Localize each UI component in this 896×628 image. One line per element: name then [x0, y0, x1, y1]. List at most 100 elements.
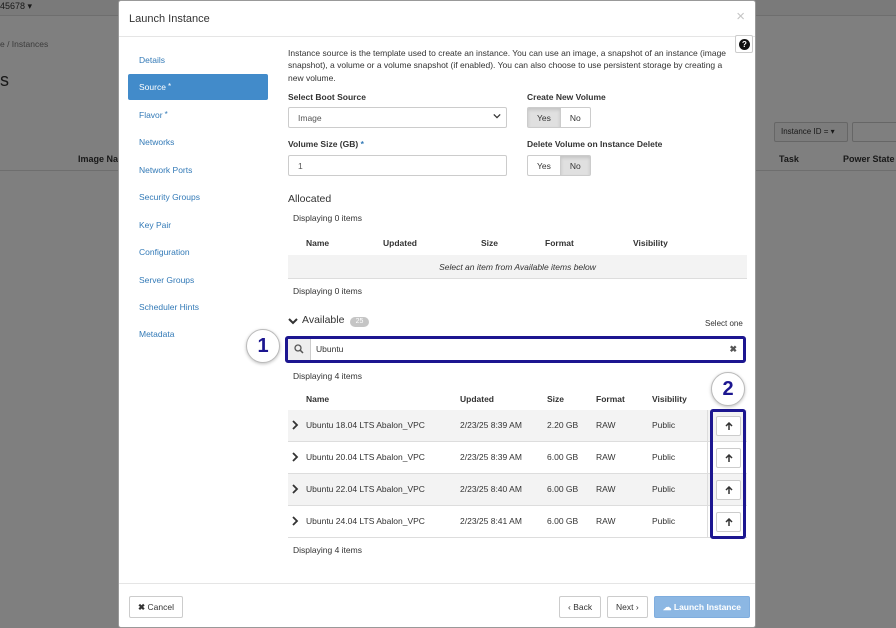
- wizard-nav: Details Source * Flavor * Networks Network Por…: [128, 47, 268, 349]
- create-volume-no-button[interactable]: No: [560, 107, 591, 128]
- cell-format: RAW: [596, 452, 616, 462]
- required-marker: *: [164, 109, 168, 119]
- callout-2: 2: [711, 372, 745, 406]
- nav-item-networks[interactable]: Networks: [128, 129, 268, 155]
- callout-1: 1: [246, 329, 280, 363]
- next-button[interactable]: Next ›: [607, 596, 648, 618]
- allocated-col-updated: Updated: [383, 238, 417, 248]
- allocated-title: Allocated: [288, 193, 332, 205]
- cell-format: RAW: [596, 484, 616, 494]
- volume-size-label-text: Volume Size (GB): [288, 139, 359, 149]
- close-icon: ✖: [138, 602, 146, 612]
- cell-visibility: Public: [652, 420, 676, 430]
- boot-source-label: Select Boot Source: [288, 92, 366, 102]
- allocated-col-format: Format: [545, 238, 574, 248]
- nav-item-network-ports[interactable]: Network Ports: [128, 157, 268, 183]
- cell-size: 6.00 GB: [547, 452, 579, 462]
- volume-size-input[interactable]: 1: [288, 155, 507, 176]
- available-title[interactable]: Available: [302, 314, 344, 326]
- cell-name: Ubuntu 22.04 LTS Abalon_VPC: [306, 484, 425, 494]
- nav-item-label: Flavor: [139, 109, 163, 120]
- cell-updated: 2/23/25 8:41 AM: [460, 516, 522, 526]
- required-marker: *: [360, 139, 364, 149]
- nav-item-key-pair[interactable]: Key Pair: [128, 212, 268, 238]
- available-count-bottom: Displaying 4 items: [293, 545, 362, 555]
- select-one-hint: Select one: [705, 319, 743, 328]
- required-marker: *: [167, 82, 172, 92]
- nav-item-scheduler-hints[interactable]: Scheduler Hints: [128, 294, 268, 320]
- nav-item-flavor[interactable]: Flavor *: [128, 102, 268, 128]
- column-divider: [707, 474, 708, 506]
- column-divider: [707, 506, 708, 538]
- cancel-button[interactable]: ✖ Cancel: [129, 596, 183, 618]
- nav-item-security-groups[interactable]: Security Groups: [128, 184, 268, 210]
- chevron-down-icon[interactable]: [288, 316, 298, 326]
- next-button-label: Next: [616, 602, 634, 612]
- boot-source-select[interactable]: Image: [288, 107, 507, 128]
- allocated-col-size: Size: [481, 238, 499, 248]
- create-volume-label: Create New Volume: [527, 92, 606, 102]
- table-row: Ubuntu 24.04 LTS Abalon_VPC 2/23/25 8:41 …: [288, 506, 747, 538]
- launch-instance-button[interactable]: ☁ Launch Instance: [654, 596, 750, 618]
- cell-format: RAW: [596, 516, 616, 526]
- nav-item-label: Scheduler Hints: [139, 301, 200, 312]
- column-divider: [707, 442, 708, 474]
- allocated-col-visibility: Visibility: [633, 238, 668, 248]
- cell-name: Ubuntu 18.04 LTS Abalon_VPC: [306, 420, 425, 430]
- question-mark-icon: ?: [739, 39, 750, 50]
- cell-size: 6.00 GB: [547, 484, 579, 494]
- close-icon[interactable]: ×: [736, 8, 745, 25]
- nav-item-label: Details: [139, 55, 165, 65]
- cell-visibility: Public: [652, 516, 676, 526]
- launch-instance-label: Launch Instance: [673, 602, 741, 612]
- chevron-right-icon[interactable]: [291, 516, 299, 526]
- search-input[interactable]: Ubuntu ✖: [285, 336, 746, 363]
- cell-visibility: Public: [652, 484, 676, 494]
- nav-item-label: Server Groups: [139, 274, 195, 285]
- available-col-format: Format: [596, 394, 625, 404]
- allocated-count-top: Displaying 0 items: [293, 213, 362, 223]
- cancel-button-label: Cancel: [147, 602, 174, 612]
- launch-instance-modal: Launch Instance × ? Details Source * Flavor…: [118, 0, 756, 628]
- nav-item-source[interactable]: Source *: [128, 74, 268, 101]
- clear-search-icon[interactable]: ✖: [729, 344, 737, 355]
- chevron-right-icon[interactable]: [291, 484, 299, 494]
- nav-item-label: Key Pair: [139, 219, 172, 230]
- available-col-updated: Updated: [460, 394, 494, 404]
- delete-volume-label: Delete Volume on Instance Delete: [527, 139, 663, 149]
- allocated-empty-row: Select an item from Available items belo…: [288, 255, 747, 279]
- nav-item-label: Security Groups: [139, 192, 200, 203]
- delete-volume-toggle: Yes No: [527, 155, 591, 176]
- allocated-count-bottom: Displaying 0 items: [293, 286, 362, 296]
- table-row: Ubuntu 20.04 LTS Abalon_VPC 2/23/25 8:39 …: [288, 442, 747, 474]
- chevron-right-icon[interactable]: [291, 452, 299, 462]
- chevron-left-icon: ‹: [568, 602, 571, 612]
- search-icon: [294, 344, 304, 354]
- back-button[interactable]: ‹ Back: [559, 596, 602, 618]
- nav-item-details[interactable]: Details: [128, 47, 268, 73]
- chevron-right-icon[interactable]: [291, 420, 299, 430]
- chevron-down-icon: [493, 113, 501, 119]
- cell-size: 6.00 GB: [547, 516, 579, 526]
- delete-volume-no-button[interactable]: No: [560, 155, 591, 176]
- nav-item-server-groups[interactable]: Server Groups: [128, 267, 268, 293]
- source-help-text: Instance source is the template used to …: [288, 48, 727, 83]
- create-volume-yes-button[interactable]: Yes: [527, 107, 561, 128]
- cloud-upload-icon: ☁: [663, 602, 672, 612]
- modal-header: Launch Instance ×: [119, 1, 755, 37]
- cell-updated: 2/23/25 8:39 AM: [460, 420, 522, 430]
- cell-visibility: Public: [652, 452, 676, 462]
- nav-item-configuration[interactable]: Configuration: [128, 239, 268, 265]
- nav-item-label: Network Ports: [139, 164, 193, 175]
- table-row: Ubuntu 22.04 LTS Abalon_VPC 2/23/25 8:40 …: [288, 474, 747, 506]
- cell-size: 2.20 GB: [547, 420, 579, 430]
- column-divider: [707, 410, 708, 442]
- nav-item-label: Configuration: [139, 247, 190, 258]
- delete-volume-yes-button[interactable]: Yes: [527, 155, 561, 176]
- nav-item-label: Networks: [139, 137, 175, 148]
- cell-format: RAW: [596, 420, 616, 430]
- search-addon: [288, 339, 311, 360]
- search-value: Ubuntu: [316, 344, 344, 354]
- volume-size-label: Volume Size (GB) *: [288, 139, 364, 149]
- available-col-size: Size: [547, 394, 565, 404]
